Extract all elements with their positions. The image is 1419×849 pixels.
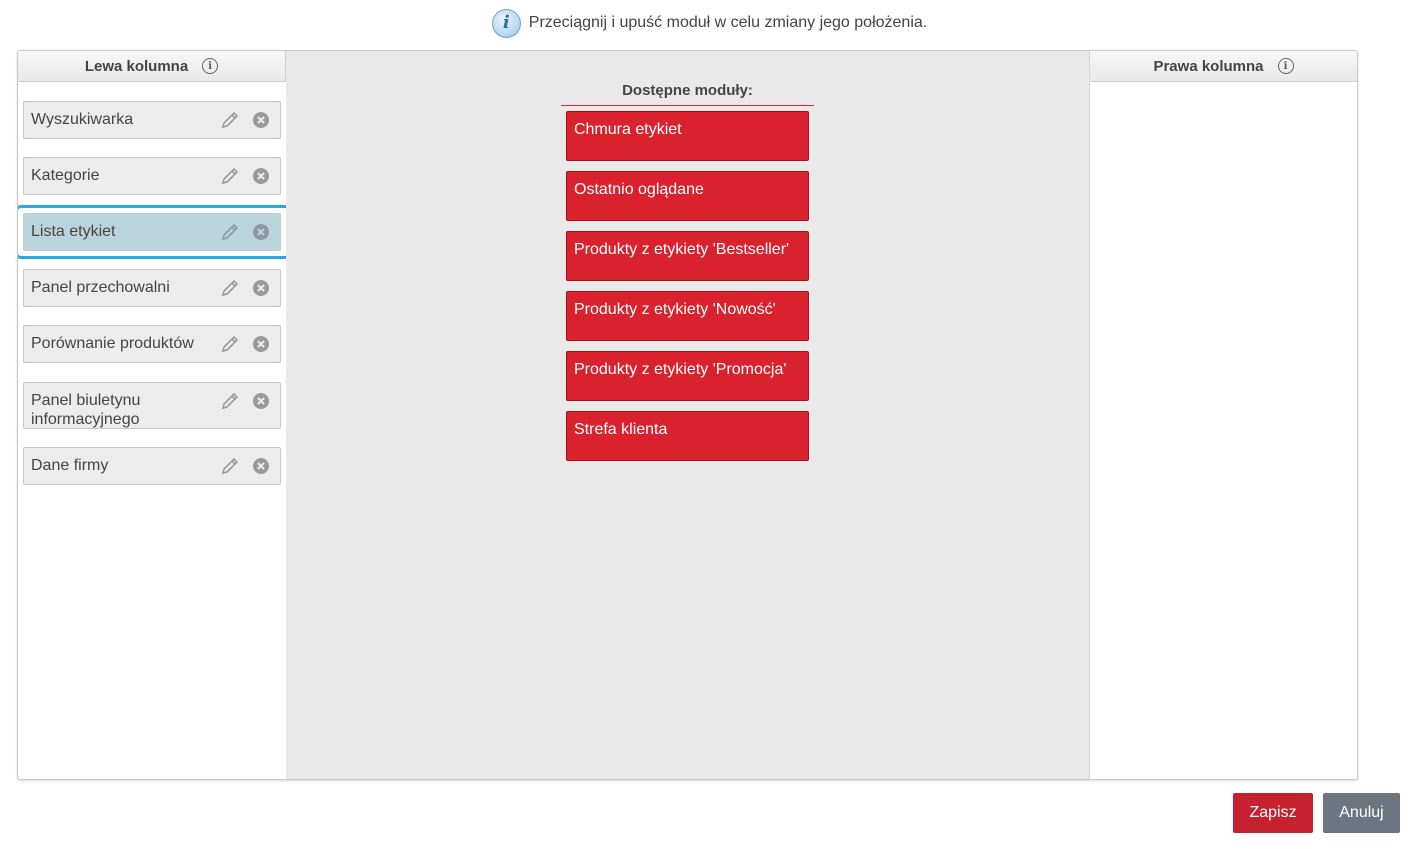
- module-kategorie[interactable]: Kategorie: [23, 157, 281, 195]
- available-module[interactable]: Strefa klienta: [566, 411, 809, 461]
- module-label: Porównanie produktów: [31, 335, 194, 352]
- remove-icon[interactable]: [252, 223, 270, 241]
- pencil-icon[interactable]: [220, 391, 240, 411]
- pencil-icon[interactable]: [220, 278, 240, 298]
- notice-text: Przeciągnij i upuść moduł w celu zmiany …: [528, 14, 928, 31]
- layout-board: Lewa kolumna i Wyszukiwarka Kategorie Li…: [17, 50, 1358, 780]
- left-column: Lewa kolumna i Wyszukiwarka Kategorie Li…: [18, 51, 293, 779]
- module-wyszukiwarka[interactable]: Wyszukiwarka: [23, 101, 281, 139]
- module-label: Dane firmy: [31, 457, 109, 474]
- module-label: Kategorie: [31, 167, 100, 184]
- available-module[interactable]: Produkty z etykiety 'Promocja': [566, 351, 809, 401]
- save-button[interactable]: Zapisz: [1233, 793, 1313, 833]
- cancel-button[interactable]: Anuluj: [1323, 793, 1400, 833]
- left-column-header: Lewa kolumna i: [18, 51, 286, 82]
- available-modules-title: Dostępne moduły:: [561, 81, 814, 106]
- module-panel-przechowalni[interactable]: Panel przechowalni: [23, 269, 281, 307]
- available-modules-panel: Dostępne moduły: Chmura etykiet Ostatnio…: [561, 81, 814, 461]
- right-column-title: Prawa kolumna: [1153, 57, 1264, 75]
- pencil-icon[interactable]: [220, 456, 240, 476]
- pencil-icon[interactable]: [220, 166, 240, 186]
- remove-icon[interactable]: [252, 279, 270, 297]
- right-column-header: Prawa kolumna i: [1090, 51, 1357, 82]
- module-label: Lista etykiet: [31, 223, 116, 240]
- available-module[interactable]: Produkty z etykiety 'Bestseller': [566, 231, 809, 281]
- remove-icon[interactable]: [252, 457, 270, 475]
- module-label: Wyszukiwarka: [31, 111, 134, 128]
- left-column-title: Lewa kolumna: [84, 57, 189, 75]
- module-dane-firmy[interactable]: Dane firmy: [23, 447, 281, 485]
- pencil-icon[interactable]: [220, 334, 240, 354]
- remove-icon[interactable]: [252, 111, 270, 129]
- remove-icon[interactable]: [252, 392, 270, 410]
- info-icon: i: [491, 8, 521, 38]
- module-label: Panel biuletynu informacyjnego: [31, 392, 141, 428]
- module-label: Panel przechowalni: [31, 279, 170, 296]
- right-column-info-icon[interactable]: i: [1277, 58, 1294, 74]
- available-module[interactable]: Chmura etykiet: [566, 111, 809, 161]
- pencil-icon[interactable]: [220, 222, 240, 242]
- right-column: Prawa kolumna i: [1089, 51, 1357, 779]
- available-modules-area: Dostępne moduły: Chmura etykiet Ostatnio…: [286, 51, 1089, 779]
- available-module[interactable]: Produkty z etykiety 'Nowość': [566, 291, 809, 341]
- available-module[interactable]: Ostatnio oglądane: [566, 171, 809, 221]
- module-lista-etykiet[interactable]: Lista etykiet: [18, 205, 293, 259]
- remove-icon[interactable]: [252, 167, 270, 185]
- module-porownanie-produktow[interactable]: Porównanie produktów: [23, 325, 281, 363]
- drag-drop-notice: i Przeciągnij i upuść moduł w celu zmian…: [0, 8, 1419, 38]
- remove-icon[interactable]: [252, 335, 270, 353]
- pencil-icon[interactable]: [220, 110, 240, 130]
- module-panel-biuletynu[interactable]: Panel biuletynu informacyjnego: [23, 382, 281, 429]
- left-column-info-icon[interactable]: i: [202, 58, 219, 74]
